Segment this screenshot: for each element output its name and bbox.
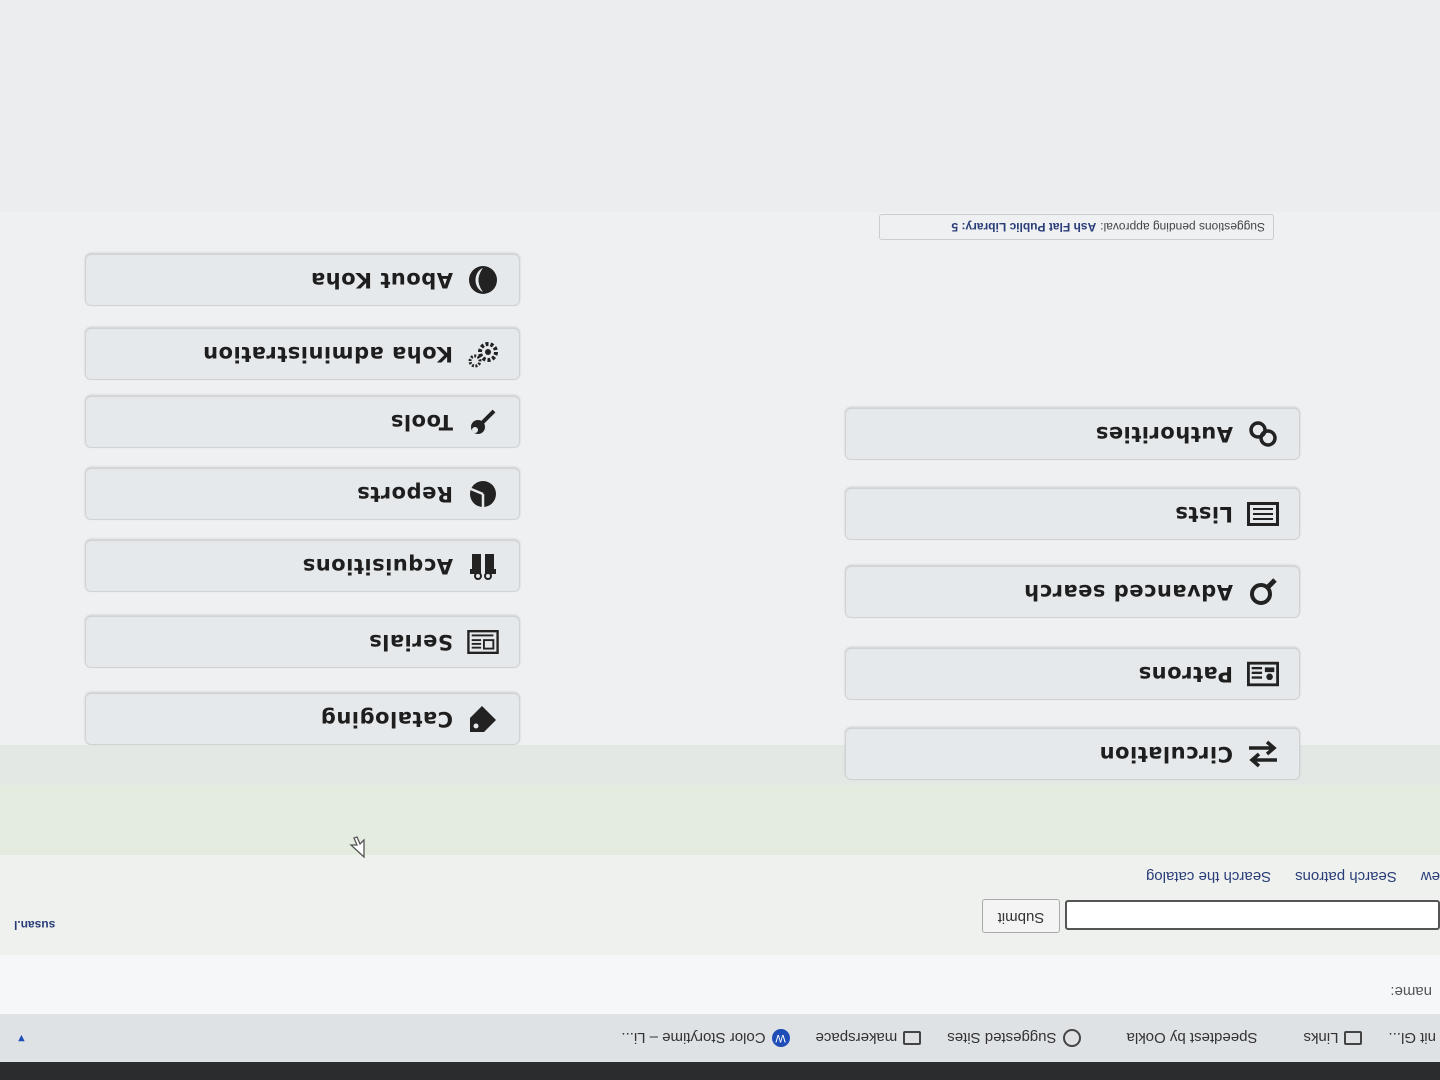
favorite-label: makerspace	[815, 1029, 898, 1047]
lists-button[interactable]: Lists	[845, 488, 1300, 540]
favorite-makerspace[interactable]: makerspace	[816, 1030, 922, 1047]
module-label: Reports	[356, 482, 453, 506]
tab-search-patrons[interactable]: Search patrons	[1295, 868, 1397, 885]
id-card-icon	[1247, 658, 1279, 690]
module-label: Advanced search	[1023, 580, 1233, 604]
globe-icon	[1062, 1029, 1081, 1047]
tab-search-catalog[interactable]: Search the catalog	[1146, 868, 1271, 885]
about-koha-button[interactable]: About Koha	[85, 254, 520, 306]
chevron-down-icon[interactable]: ▼	[16, 1032, 27, 1044]
gears-icon	[467, 338, 499, 370]
link-icon	[1247, 418, 1279, 450]
module-label: Acquisitions	[302, 554, 453, 578]
patrons-button[interactable]: Patrons	[845, 648, 1300, 700]
search-icon	[1247, 576, 1279, 608]
favorites-bar: nit Gl... Links Speedtest by Ookla Sugge…	[0, 1013, 1440, 1062]
favorite-label: nit Gl...	[1388, 1029, 1436, 1047]
submit-button[interactable]: Submit	[982, 899, 1060, 933]
tab-checkout[interactable]: ew	[1421, 868, 1440, 885]
newspaper-icon	[467, 626, 499, 658]
wordpress-icon: W	[771, 1029, 790, 1047]
module-label: Cataloging	[320, 707, 453, 731]
module-label: Patrons	[1138, 662, 1233, 686]
screen: nit Gl... Links Speedtest by Ookla Sugge…	[0, 0, 1440, 1080]
search-tabs: ew Search patrons Search the catalog	[1146, 868, 1440, 885]
circulation-button[interactable]: Circulation	[845, 728, 1300, 780]
favorite-label: Color Storytime – Li...	[621, 1029, 766, 1047]
advanced-search-button[interactable]: Advanced search	[845, 566, 1300, 618]
module-label: Koha administration	[202, 342, 453, 366]
cataloging-button[interactable]: Cataloging	[85, 693, 520, 745]
favorite-links[interactable]: Links	[1303, 1029, 1363, 1047]
module-label: Circulation	[1099, 742, 1233, 766]
suggestions-pending: Suggestions pending approval: Ash Flat P…	[879, 214, 1274, 240]
favorite-suggested-sites[interactable]: Suggested Sites	[947, 1029, 1081, 1047]
search-input[interactable]	[1065, 900, 1440, 930]
favorite-label: Speedtest by Ookla	[1126, 1029, 1258, 1047]
suggestions-link[interactable]: Ash Flat Public Library: 5	[952, 220, 1097, 234]
acquisitions-button[interactable]: Acquisitions	[85, 540, 520, 592]
suggestions-text: Suggestions pending approval:	[1100, 220, 1265, 234]
wrench-icon	[467, 406, 499, 438]
favorite-item[interactable]: nit Gl...	[1388, 1030, 1436, 1047]
serials-button[interactable]: Serials	[85, 616, 520, 668]
folder-icon	[903, 1031, 922, 1045]
gift-icon	[467, 550, 499, 582]
favorite-label: Links	[1303, 1029, 1339, 1047]
authorities-button[interactable]: Authorities	[845, 408, 1300, 460]
koha-header	[0, 953, 1440, 1014]
module-label: Lists	[1174, 502, 1233, 526]
module-label: Serials	[368, 630, 453, 654]
mouse-cursor-icon	[349, 836, 365, 859]
module-label: About Koha	[310, 268, 453, 292]
login-label: name:	[1390, 983, 1432, 1000]
favorite-speedtest[interactable]: Speedtest by Ookla	[1127, 1030, 1258, 1047]
pie-chart-icon	[467, 478, 499, 510]
module-label: Authorities	[1095, 422, 1233, 446]
koha-administration-button[interactable]: Koha administration	[85, 328, 520, 380]
breadcrumb-bar	[0, 785, 1440, 855]
favorite-label: Suggested Sites	[947, 1029, 1057, 1047]
favorite-color-storytime[interactable]: W Color Storytime – Li...	[621, 1029, 790, 1047]
logged-in-user[interactable]: susan.l	[14, 918, 55, 932]
reports-button[interactable]: Reports	[85, 468, 520, 520]
folder-icon	[1344, 1031, 1363, 1045]
tag-icon	[467, 703, 499, 735]
module-label: Tools	[390, 410, 453, 434]
list-icon	[1247, 498, 1279, 530]
page-footer-area	[0, 0, 1440, 212]
tools-button[interactable]: Tools	[85, 396, 520, 448]
koha-logo-icon	[467, 264, 499, 296]
arrows-exchange-icon	[1247, 738, 1279, 770]
